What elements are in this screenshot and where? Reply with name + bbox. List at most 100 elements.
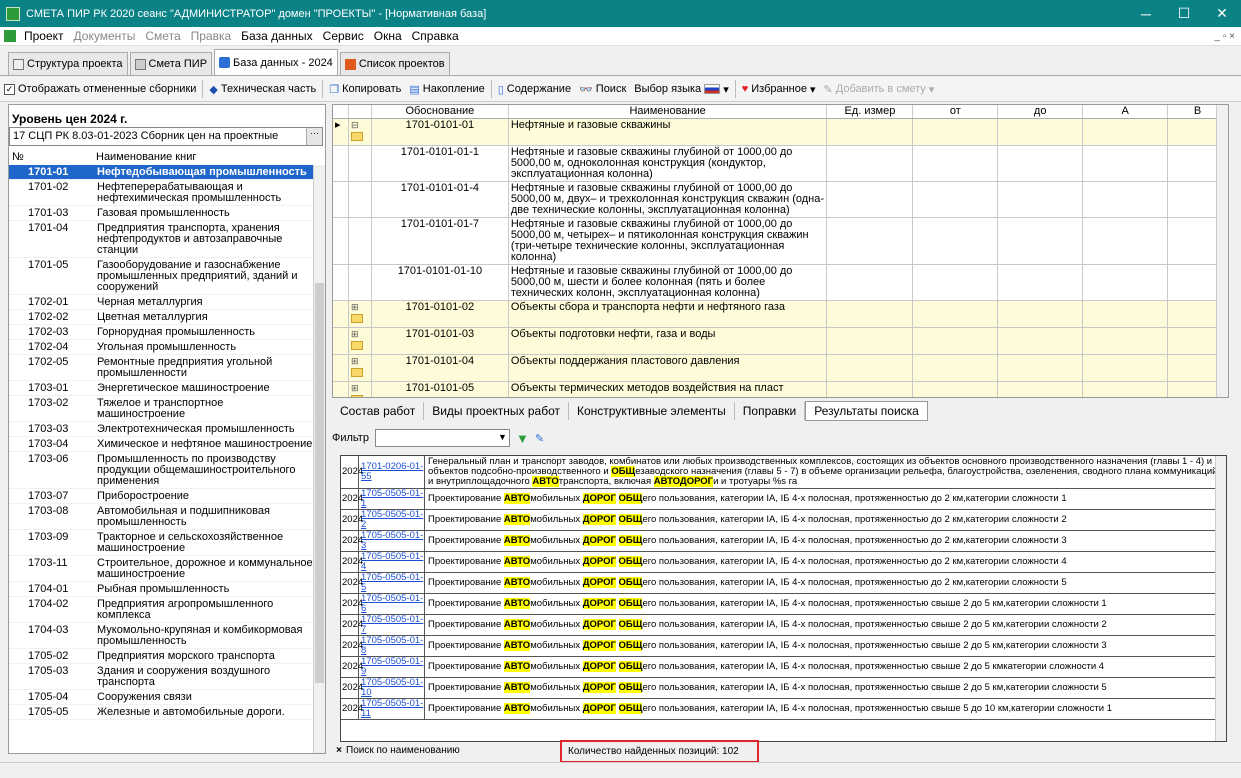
row-cell[interactable] (1083, 355, 1169, 381)
row-cell[interactable] (913, 328, 999, 354)
column-from[interactable]: от (913, 105, 999, 118)
results-scrollbar[interactable] (1215, 456, 1226, 741)
filter-select[interactable]: ▼ (374, 429, 510, 447)
add-to-estimate-button[interactable]: ✎ Добавить в смету ▾ (820, 78, 939, 100)
result-code-link[interactable]: 1705-0505-01-9 (359, 657, 425, 677)
grid-row[interactable]: ▸ ⊟ 1701-0101-01 Нефтяные и газовые скважин… (333, 119, 1228, 146)
row-cell[interactable] (827, 146, 914, 181)
menu-item[interactable]: Правка (186, 29, 237, 43)
column-no[interactable]: № (9, 150, 93, 165)
tab-database[interactable]: База данных - 2024 (214, 49, 338, 75)
column-a[interactable]: А (1083, 105, 1169, 118)
result-row[interactable]: 2024 1705-0505-01-4 Проектирование АВТОмоб… (341, 552, 1226, 573)
row-cell[interactable] (1083, 382, 1169, 397)
detail-tab[interactable]: Виды проектных работ (424, 402, 569, 420)
row-cell[interactable] (913, 301, 999, 327)
grid-row[interactable]: 1701-0101-01-7 Нефтяные и газовые скважин… (333, 218, 1228, 265)
menu-item[interactable]: База данных (236, 29, 317, 43)
book-row[interactable]: 1705-02 Предприятия морского транспорта (9, 649, 313, 664)
row-cell[interactable] (913, 382, 999, 397)
book-row[interactable]: 1704-02 Предприятия агропромышленного ком… (9, 597, 313, 623)
menu-item[interactable]: Проект (19, 29, 69, 43)
row-expander[interactable]: ⊟ (349, 119, 372, 145)
book-row[interactable]: 1705-04 Сооружения связи (9, 690, 313, 705)
result-code-link[interactable]: 1705-0505-01-6 (359, 594, 425, 614)
result-row[interactable]: 2024 1705-0505-01-7 Проектирование АВТОмоб… (341, 615, 1226, 636)
result-code-link[interactable]: 1705-0505-01-4 (359, 552, 425, 572)
book-row[interactable]: 1701-04 Предприятия транспорта, хранения … (9, 221, 313, 258)
technical-part-button[interactable]: ◆ Техническая часть (205, 78, 320, 100)
result-row[interactable]: 2024 1705-0505-01-10 Проектирование АВТОмо… (341, 678, 1226, 699)
menu-item[interactable]: Справка (407, 29, 464, 43)
row-cell[interactable] (913, 182, 999, 217)
result-code-link[interactable]: 1705-0505-01-5 (359, 573, 425, 593)
book-row[interactable]: 1703-11 Строительное, дорожное и коммунал… (9, 556, 313, 582)
row-cell[interactable] (998, 301, 1084, 327)
row-expander[interactable]: ⊞ (349, 301, 372, 327)
result-row[interactable]: 2024 1705-0505-01-11 Проектирование АВТОмо… (341, 699, 1226, 720)
menu-item[interactable]: Смета (140, 29, 185, 43)
grid-row[interactable]: 1701-0101-01-10 Нефтяные и газовые скважи… (333, 265, 1228, 301)
book-row[interactable]: 1702-02 Цветная металлургия (9, 310, 313, 325)
row-cell[interactable] (827, 218, 914, 264)
row-cell[interactable] (827, 328, 914, 354)
column-name[interactable]: Наименование (509, 105, 828, 118)
grid-scrollbar[interactable] (1216, 105, 1228, 397)
expand-icon[interactable]: ⊞ (351, 302, 359, 313)
tab-project-list[interactable]: Список проектов (339, 52, 450, 75)
book-row[interactable]: 1705-03 Здания и сооружения воздушного тр… (9, 664, 313, 690)
minimize-button[interactable]: ─ (1127, 6, 1165, 22)
row-cell[interactable] (998, 328, 1084, 354)
row-cell[interactable] (1083, 182, 1169, 217)
result-row[interactable]: 2024 1705-0505-01-3 Проектирование АВТОмоб… (341, 531, 1226, 552)
book-row[interactable]: 1701-01 Нефтедобывающая промышленность (9, 165, 313, 180)
tab-project-structure[interactable]: Структура проекта (8, 52, 128, 75)
result-code-link[interactable]: 1705-0505-01-11 (359, 699, 425, 719)
accumulate-button[interactable]: ▤ Накопление (405, 78, 488, 100)
detail-tab[interactable]: Конструктивные элементы (569, 402, 735, 420)
close-icon[interactable]: × (332, 745, 346, 756)
row-cell[interactable] (913, 146, 999, 181)
detail-tab[interactable]: Результаты поиска (805, 401, 928, 421)
filter-icon[interactable]: ▼ (516, 431, 529, 446)
result-code-link[interactable]: 1705-0505-01-3 (359, 531, 425, 551)
result-code-link[interactable]: 1705-0505-01-8 (359, 636, 425, 656)
result-code-link[interactable]: 1701-0206-01-55 (359, 456, 425, 488)
grid-row[interactable]: ⊞ 1701-0101-03 Объекты подготовки нефти, г… (333, 328, 1228, 355)
row-expander[interactable]: ⊞ (349, 355, 372, 381)
row-cell[interactable] (998, 119, 1084, 145)
book-row[interactable]: 1703-02 Тяжелое и транспортное машиностро… (9, 396, 313, 422)
grid-row[interactable]: ⊞ 1701-0101-02 Объекты сбора и транспорта … (333, 301, 1228, 328)
result-row[interactable]: 2024 1701-0206-01-55 Генеральный план и тр… (341, 456, 1226, 489)
book-row[interactable]: 1702-05 Ремонтные предприятия угольной пр… (9, 355, 313, 381)
scroll-thumb[interactable] (315, 283, 324, 683)
row-cell[interactable] (998, 182, 1084, 217)
row-cell[interactable] (913, 265, 999, 300)
close-button[interactable]: ✕ (1203, 5, 1241, 22)
row-cell[interactable] (1083, 328, 1169, 354)
grid-row[interactable]: 1701-0101-01-4 Нефтяные и газовые скважин… (333, 182, 1228, 218)
book-row[interactable]: 1701-03 Газовая промышленность (9, 206, 313, 221)
result-row[interactable]: 2024 1705-0505-01-9 Проектирование АВТОмоб… (341, 657, 1226, 678)
show-cancelled-checkbox[interactable]: ✓ Отображать отмененные сборники (0, 78, 200, 100)
book-row[interactable]: 1702-01 Черная металлургия (9, 295, 313, 310)
favorites-button[interactable]: ♥ Избранное ▾ (738, 78, 820, 100)
tab-estimate[interactable]: Смета ПИР (129, 52, 213, 75)
row-cell[interactable] (1083, 265, 1169, 300)
expand-icon[interactable]: ⊞ (351, 383, 359, 394)
row-cell[interactable] (913, 218, 999, 264)
book-row[interactable]: 1701-02 Нефтеперерабатывающая и нефтехими… (9, 180, 313, 206)
column-name[interactable]: Наименование книг (93, 150, 199, 165)
result-row[interactable]: 2024 1705-0505-01-1 Проектирование АВТОмоб… (341, 489, 1226, 510)
row-cell[interactable] (998, 382, 1084, 397)
result-code-link[interactable]: 1705-0505-01-2 (359, 510, 425, 530)
row-cell[interactable] (827, 182, 914, 217)
ellipsis-icon[interactable]: ··· (306, 128, 322, 145)
book-row[interactable]: 1702-03 Горнорудная промышленность (9, 325, 313, 340)
search-button[interactable]: 👓 Поиск (575, 78, 630, 100)
expand-icon[interactable]: ⊞ (351, 329, 359, 340)
grid-row[interactable]: 1701-0101-01-1 Нефтяные и газовые скважин… (333, 146, 1228, 182)
book-row[interactable]: 1703-09 Тракторное и сельскохозяйственное… (9, 530, 313, 556)
contents-button[interactable]: ▯ Содержание (494, 78, 575, 100)
row-cell[interactable] (827, 382, 914, 397)
